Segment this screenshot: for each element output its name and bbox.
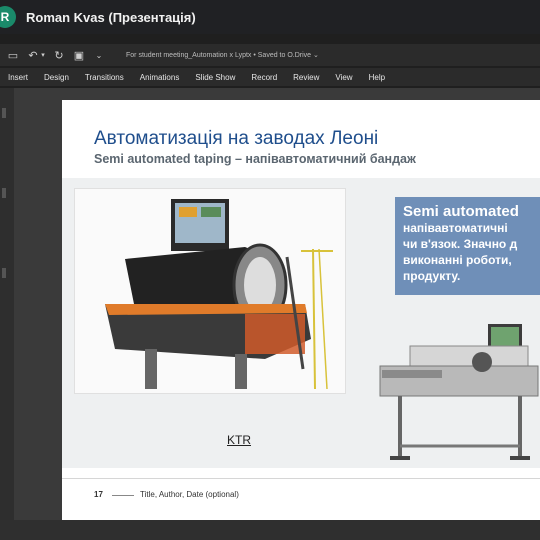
tab-view[interactable]: View — [327, 73, 360, 82]
presentation-title: Roman Kvas (Презентація) — [26, 9, 196, 25]
document-title[interactable]: For student meeting_Automation x Lyptx •… — [126, 51, 319, 59]
description-callout[interactable]: Semi automated напівавтоматичні чи в'язо… — [395, 197, 540, 295]
presenter-avatar: R — [0, 6, 16, 28]
tab-animations[interactable]: Animations — [132, 73, 188, 82]
redo-icon[interactable]: ↻ — [52, 49, 66, 62]
thumbnail-marker — [2, 268, 6, 278]
undo-icon[interactable]: ↶ — [26, 49, 40, 62]
footer-divider — [62, 478, 540, 479]
callout-line: напівавтоматичні — [403, 221, 508, 235]
tab-slide-show[interactable]: Slide Show — [187, 73, 243, 82]
thumbnail-marker — [2, 188, 6, 198]
tab-design[interactable]: Design — [36, 73, 77, 82]
slide-title[interactable]: Автоматизація на заводах Леоні — [94, 128, 378, 150]
thumbnail-marker — [2, 108, 6, 118]
slideshow-icon[interactable]: ▣ — [72, 49, 86, 62]
callout-heading: Semi automated — [403, 203, 519, 220]
meeting-title-bar: R Roman Kvas (Презентація) — [0, 0, 540, 34]
quick-access-toolbar: ▭ ↶ ▾ ↻ ▣ ⌄ For student meeting_Automati… — [0, 44, 540, 66]
thumbnail-pane-edge[interactable] — [0, 88, 14, 540]
tab-transitions[interactable]: Transitions — [77, 73, 132, 82]
image-caption-link[interactable]: KTR — [227, 433, 251, 447]
taping-machine-photo[interactable] — [74, 188, 346, 394]
ribbon-tabs: Insert Design Transitions Animations Sli… — [0, 68, 540, 86]
taping-machine-illustration — [105, 199, 333, 390]
tab-help[interactable]: Help — [361, 73, 393, 82]
tab-record[interactable]: Record — [243, 73, 285, 82]
bottom-bar — [0, 520, 540, 540]
footer-dash — [112, 495, 134, 496]
tab-review[interactable]: Review — [285, 73, 327, 82]
slide-subtitle[interactable]: Semi automated taping – напівавтоматични… — [94, 152, 416, 166]
semi-automated-machine-photo[interactable] — [370, 318, 540, 468]
customize-icon[interactable]: ⌄ — [92, 51, 106, 60]
callout-line: виконанні роботи, — [403, 253, 512, 267]
slide-canvas[interactable]: Автоматизація на заводах Леоні Semi auto… — [62, 100, 540, 520]
semi-automated-machine-illustration — [379, 324, 539, 460]
tab-insert[interactable]: Insert — [0, 73, 36, 82]
slide-number: 17 — [94, 490, 103, 499]
footer-text: Title, Author, Date (optional) — [140, 490, 239, 499]
save-icon[interactable]: ▭ — [6, 49, 20, 62]
callout-line: продукту. — [403, 269, 461, 283]
undo-dropdown-icon[interactable]: ▾ — [40, 51, 46, 59]
callout-line: чи в'язок. Значно д — [403, 237, 518, 251]
